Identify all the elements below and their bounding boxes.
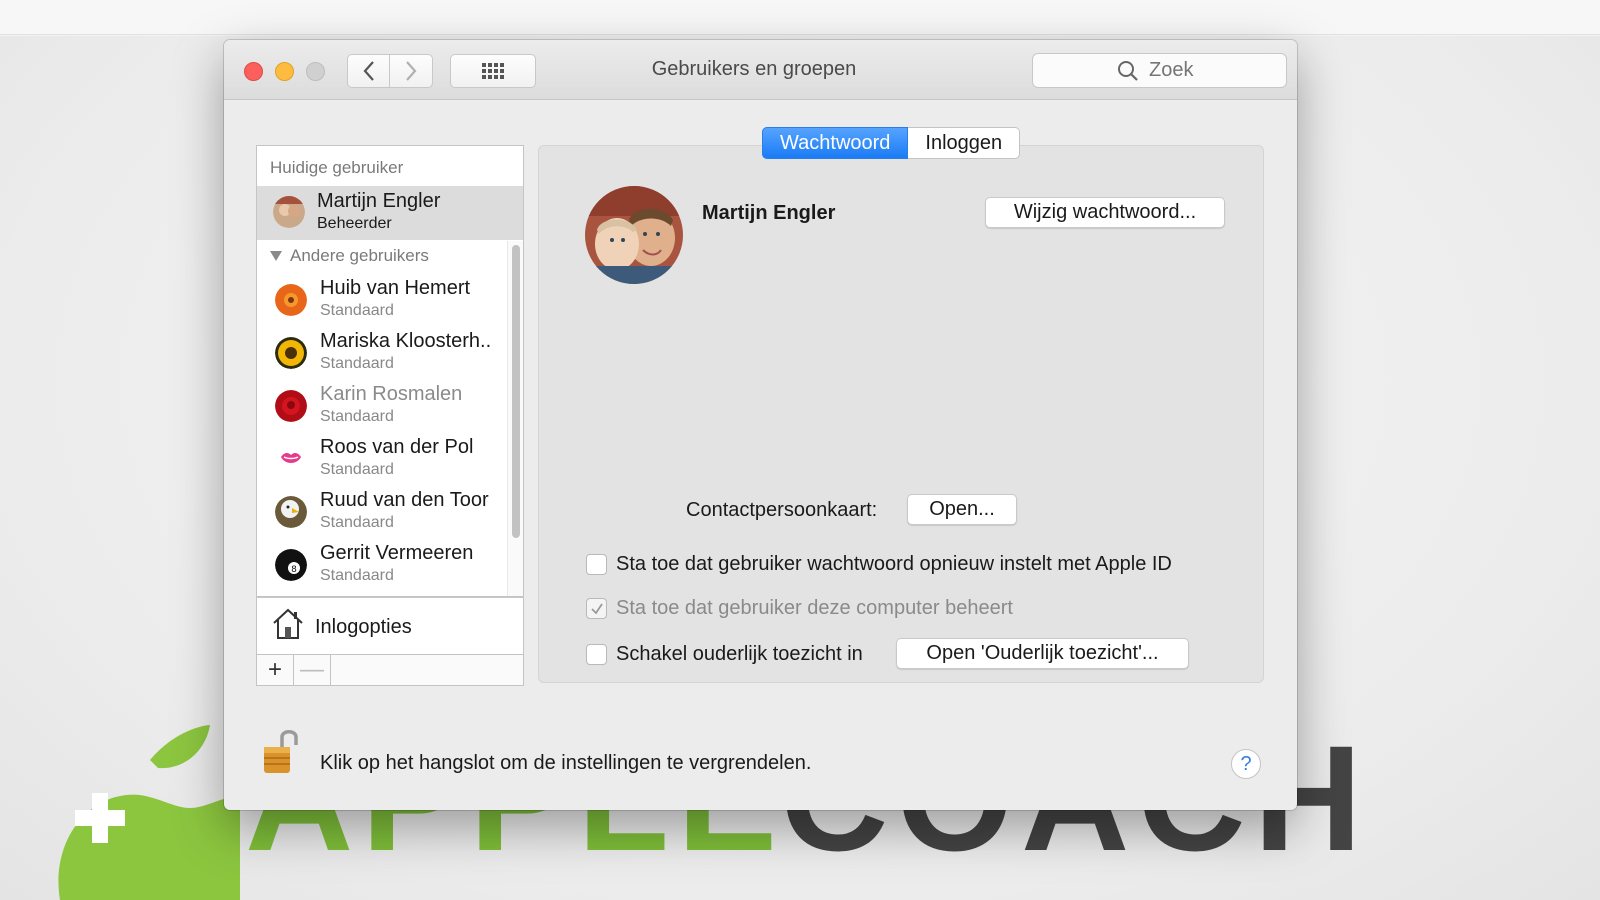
user-role: Standaard [320, 461, 394, 478]
admin-checkbox[interactable] [586, 598, 607, 619]
current-user-row[interactable]: Martijn Engler Beheerder [257, 186, 523, 240]
eagle-avatar-icon [275, 496, 307, 528]
current-user-header: Huidige gebruiker [270, 158, 404, 177]
back-button[interactable] [347, 54, 390, 88]
minimize-button[interactable] [275, 62, 294, 81]
contact-card-label: Contactpersoonkaart: [686, 499, 878, 521]
user-role: Standaard [320, 302, 394, 319]
sidebar-toolbar: + — [256, 654, 524, 686]
parental-controls-option[interactable]: Schakel ouderlijk toezicht in [586, 643, 863, 666]
tab-password[interactable]: Wachtwoord [762, 127, 909, 159]
show-all-button[interactable] [450, 54, 536, 88]
user-photo [585, 186, 683, 284]
user-name: Gerrit Vermeeren [320, 542, 474, 564]
window-title: Gebruikers en groepen [651, 58, 857, 80]
user-name: Huib van Hemert [320, 277, 471, 299]
selected-user-name: Martijn Engler [702, 202, 836, 224]
tab-login[interactable]: Inloggen [908, 127, 1021, 159]
open-parental-controls-button[interactable]: Open 'Ouderlijk toezicht'... [896, 638, 1189, 669]
reset-with-appleid-option[interactable]: Sta toe dat gebruiker wachtwoord opnieuw… [586, 553, 1172, 576]
chevron-right-icon [406, 61, 417, 81]
login-options-item[interactable]: Inlogopties [256, 597, 524, 655]
eight-ball-avatar-icon: 8 [275, 549, 307, 581]
help-button[interactable]: ? [1231, 749, 1261, 779]
checkmark-icon [590, 603, 603, 614]
login-options-label: Inlogopties [315, 616, 412, 638]
unlocked-padlock-icon[interactable] [262, 727, 300, 775]
list-item[interactable]: Karin Rosmalen Standaard [257, 378, 505, 432]
open-contact-button[interactable]: Open... [907, 494, 1017, 525]
tab-bar: Wachtwoord Inloggen [762, 127, 1021, 159]
list-item[interactable]: Ruud van den Toor Standaard [257, 484, 505, 538]
other-users-label: Andere gebruikers [290, 246, 429, 265]
search-field[interactable] [1032, 53, 1287, 88]
scrollbar-thumb[interactable] [512, 245, 520, 538]
lock-message: Klik op het hangslot om de instellingen … [320, 752, 812, 774]
add-user-button[interactable]: + [257, 655, 294, 685]
user-role: Standaard [320, 567, 394, 584]
red-rose-avatar-icon [275, 390, 307, 422]
users-groups-window: Gebruikers en groepen Huidige gebruiker … [224, 40, 1297, 810]
zoom-button[interactable] [306, 62, 325, 81]
users-sidebar: Huidige gebruiker Martijn Engler Beheerd… [256, 145, 524, 597]
sunflower-avatar-icon [275, 337, 307, 369]
user-role: Standaard [320, 355, 394, 372]
house-icon [273, 608, 303, 639]
user-name: Mariska Kloosterh.. [320, 330, 492, 352]
user-name: Roos van der Pol [320, 436, 474, 458]
other-users-header[interactable]: Andere gebruikers [270, 246, 429, 266]
title-bar: Gebruikers en groepen [224, 40, 1297, 100]
lips-avatar-icon [275, 443, 307, 475]
grid-icon [482, 63, 504, 79]
user-role: Standaard [320, 408, 394, 425]
change-password-button[interactable]: Wijzig wachtwoord... [985, 197, 1225, 228]
admin-label: Sta toe dat gebruiker deze computer behe… [616, 597, 1013, 619]
user-name: Ruud van den Toor [320, 489, 489, 511]
remove-user-button[interactable]: — [294, 655, 331, 685]
list-item[interactable]: Mariska Kloosterh.. Standaard [257, 325, 505, 379]
sidebar-scrollbar[interactable] [507, 241, 523, 596]
user-avatar [273, 196, 305, 228]
search-icon [1118, 60, 1138, 81]
parental-checkbox[interactable] [586, 644, 607, 665]
forward-button[interactable] [389, 54, 433, 88]
admin-option[interactable]: Sta toe dat gebruiker deze computer behe… [586, 597, 1013, 620]
close-button[interactable] [244, 62, 263, 81]
reset-appleid-checkbox[interactable] [586, 554, 607, 575]
list-item[interactable]: Huib van Hemert Standaard [257, 272, 505, 326]
flower-orange-avatar-icon [275, 284, 307, 316]
current-user-role: Beheerder [317, 215, 392, 232]
search-input[interactable] [1147, 58, 1202, 83]
list-item[interactable]: 8 Gerrit Vermeeren Standaard [257, 537, 505, 591]
background-top-bar [0, 0, 1600, 35]
list-item[interactable]: Roos van der Pol Standaard [257, 431, 505, 485]
reset-appleid-label: Sta toe dat gebruiker wachtwoord opnieuw… [616, 553, 1172, 575]
user-role: Standaard [320, 514, 394, 531]
chevron-left-icon [363, 61, 374, 81]
current-user-name: Martijn Engler [317, 190, 441, 212]
user-name: Karin Rosmalen [320, 383, 463, 405]
svg-text:8: 8 [291, 565, 297, 575]
parental-label: Schakel ouderlijk toezicht in [616, 643, 863, 665]
disclosure-triangle-icon [270, 251, 282, 261]
